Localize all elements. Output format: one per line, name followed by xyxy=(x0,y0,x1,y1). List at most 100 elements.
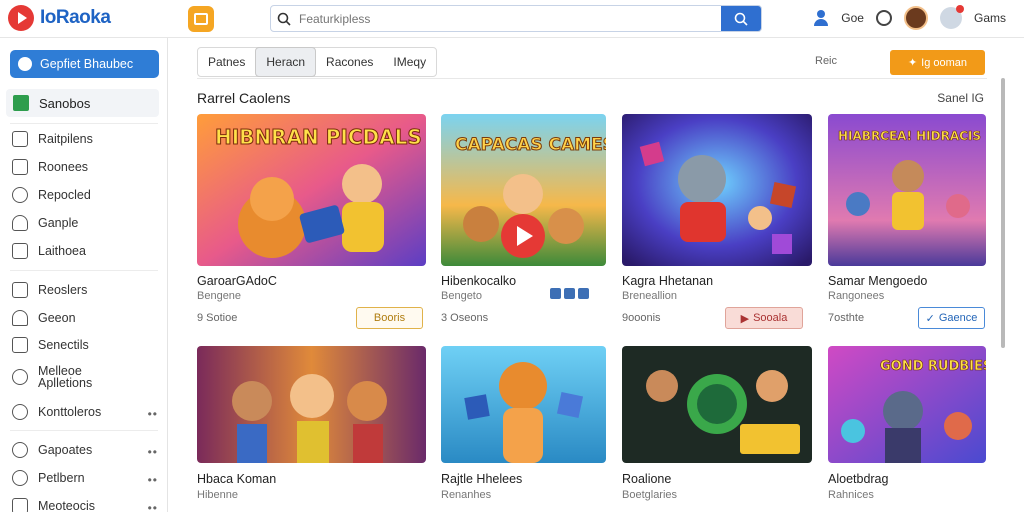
divider xyxy=(197,78,987,79)
more-icon[interactable]: •• xyxy=(148,445,158,459)
game-card[interactable]: HIABRCEA! HIDRACIS Samar Mengoedo Rangon… xyxy=(828,114,986,329)
game-thumbnail[interactable]: HIBNRAN PICDALS xyxy=(197,114,426,266)
orange-action-button[interactable]: ✦ Ig ooman xyxy=(890,50,985,75)
emoji-icon[interactable] xyxy=(875,10,892,26)
card-button-label: Gaence xyxy=(938,312,978,324)
sidebar-item[interactable]: Reoslers xyxy=(12,282,162,298)
more-icon[interactable]: •• xyxy=(148,501,158,512)
sidebar: Gepfiet Bhaubec Sanobos Raitpilens Roone… xyxy=(0,38,168,512)
card-subtitle: Breneallion xyxy=(622,290,678,302)
sidebar-item-label: Gapoates xyxy=(38,443,93,457)
sidebar-item[interactable]: Konttoleros •• xyxy=(12,404,162,421)
game-thumbnail[interactable] xyxy=(197,346,426,463)
sidebar-item[interactable]: Meoteocis •• xyxy=(12,498,162,512)
sidebar-item-active[interactable]: Sanobos xyxy=(6,89,159,117)
card-title[interactable]: GaroarGAdoC xyxy=(197,274,277,288)
card-title[interactable]: Aloetbdrag xyxy=(828,472,888,486)
notification-icon[interactable] xyxy=(939,5,964,29)
card-title[interactable]: Samar Mengoedo xyxy=(828,274,927,288)
card-title[interactable]: Rajtle Hhelees xyxy=(441,472,522,486)
card-title[interactable]: Roalione xyxy=(622,472,671,486)
settings-icon xyxy=(12,498,28,512)
game-thumbnail[interactable] xyxy=(441,346,606,463)
card-title[interactable]: Hibenkocalko xyxy=(441,274,516,288)
search-button[interactable] xyxy=(721,6,761,31)
more-icon[interactable]: •• xyxy=(148,473,158,487)
sidebar-item[interactable]: Melleoe Aplletions xyxy=(12,365,162,389)
header-link-games[interactable]: Gams xyxy=(974,11,1006,25)
card-title[interactable]: Kagra Hhetanan xyxy=(622,274,713,288)
platform-icon xyxy=(550,288,561,299)
play-logo-icon xyxy=(8,5,34,31)
window-icon xyxy=(12,159,28,175)
sidebar-item[interactable]: Petlbern •• xyxy=(12,470,162,487)
platform-icons xyxy=(550,288,589,299)
sidebar-item[interactable]: Roonees xyxy=(12,159,162,175)
card-meta: 9ooonis xyxy=(622,312,661,324)
card-button[interactable]: Booris xyxy=(356,307,423,329)
sidebar-primary-button[interactable]: Gepfiet Bhaubec xyxy=(10,50,159,78)
thumbnail-art-text: HIABRCEA! HIDRACIS xyxy=(838,129,981,143)
top-bar: IoRaoka Goe Gams xyxy=(0,0,1024,38)
sidebar-item-label: Senectils xyxy=(38,338,89,352)
game-thumbnail[interactable] xyxy=(622,114,812,266)
game-thumbnail[interactable]: HIABRCEA! HIDRACIS xyxy=(828,114,986,266)
toolbar-link[interactable]: Reic xyxy=(815,55,837,67)
scrollbar[interactable] xyxy=(999,38,1007,512)
sidebar-item[interactable]: Ganple xyxy=(12,215,162,231)
card-meta: 7osthte xyxy=(828,312,865,324)
library-icon xyxy=(12,243,28,259)
sidebar-item[interactable]: Geeon xyxy=(12,310,162,326)
sidebar-item[interactable]: Raitpilens xyxy=(12,131,162,147)
app-logo[interactable]: IoRaoka xyxy=(8,5,111,31)
scrollbar-thumb[interactable] xyxy=(1001,78,1005,348)
game-card[interactable]: Hbaca Koman Hibenne xyxy=(197,346,426,512)
card-button[interactable]: ✓ Gaence xyxy=(918,307,985,329)
avatar[interactable] xyxy=(903,6,928,30)
tab-heracn[interactable]: Heracn xyxy=(255,47,317,77)
game-card[interactable]: Roalione Boetglaries xyxy=(622,346,812,512)
sidebar-item[interactable]: Senectils xyxy=(12,337,162,353)
people-icon xyxy=(12,369,28,385)
pin-icon xyxy=(12,215,28,231)
tab-imeqy[interactable]: IMeqy xyxy=(383,48,436,76)
more-icon[interactable]: •• xyxy=(148,407,158,421)
sidebar-item-label: Petlbern xyxy=(38,471,85,485)
game-card[interactable]: GOND RUDBIES Aloetbdrag Rahnices xyxy=(828,346,986,512)
user-icon[interactable] xyxy=(813,10,829,26)
sidebar-divider xyxy=(10,430,158,431)
orange-action-label: Ig ooman xyxy=(921,56,968,69)
list-icon xyxy=(12,131,28,147)
search-button-icon xyxy=(734,12,748,26)
card-play-button[interactable]: ▶ Sooala xyxy=(725,307,803,329)
sidebar-item-label: Geeon xyxy=(38,311,76,325)
game-thumbnail[interactable]: GOND RUDBIES xyxy=(828,346,986,463)
game-thumbnail[interactable]: CAPACAS CAMES xyxy=(441,114,606,266)
card-title[interactable]: Hbaca Koman xyxy=(197,472,276,486)
folder-icon xyxy=(12,282,28,298)
game-card[interactable]: HIBNRAN PICDALS GaroarGAdoC Bengene 9 So… xyxy=(197,114,426,329)
tab-racones[interactable]: Racones xyxy=(316,48,383,76)
game-card[interactable]: CAPACAS CAMES Hibenkocalko Bengeto 3 Ose… xyxy=(441,114,606,324)
sidebar-divider xyxy=(10,123,158,124)
game-thumbnail[interactable] xyxy=(622,346,812,463)
section-title: Rarrel Caolens xyxy=(197,90,291,106)
sidebar-active-label: Sanobos xyxy=(39,95,91,111)
platform-icon xyxy=(578,288,589,299)
game-card[interactable]: Rajtle Hhelees Renanhes xyxy=(441,346,606,512)
card-subtitle: Bengeto xyxy=(441,290,482,302)
sidebar-item[interactable]: Gapoates •• xyxy=(12,442,162,459)
apps-icon[interactable] xyxy=(188,6,214,32)
tab-patnes[interactable]: Patnes xyxy=(198,48,255,76)
compass-icon xyxy=(18,57,32,71)
card-subtitle: Renanhes xyxy=(441,489,492,501)
clock-icon xyxy=(12,404,28,420)
section-more-link[interactable]: Sanel IG xyxy=(937,91,984,105)
game-card[interactable]: Kagra Hhetanan Breneallion 9ooonis ▶ Sooa… xyxy=(622,114,812,329)
sidebar-item[interactable]: Repocled xyxy=(12,187,162,203)
main-content: Patnes Heracn Racones IMeqy Reic ✦ Ig oo… xyxy=(168,38,1024,512)
header-link-goe[interactable]: Goe xyxy=(841,11,864,25)
calendar-icon xyxy=(12,337,28,353)
sidebar-item[interactable]: Laithoea xyxy=(12,243,162,259)
search-input[interactable] xyxy=(297,6,721,31)
